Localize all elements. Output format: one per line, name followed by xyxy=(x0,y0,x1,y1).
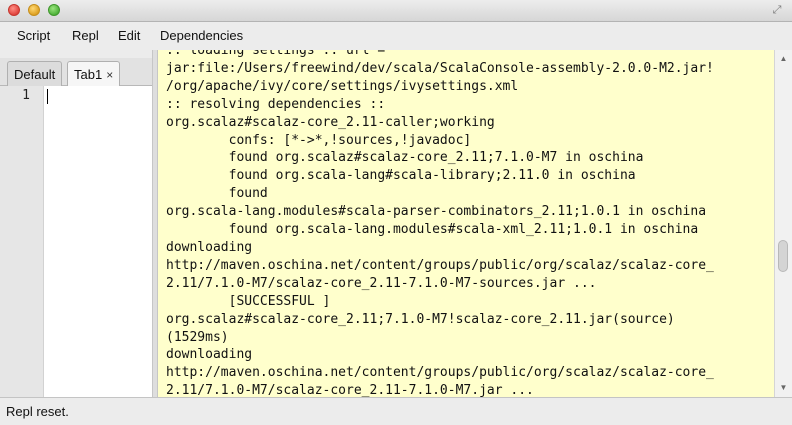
console-output-text: :: loading settings :: url =jar:file:/Us… xyxy=(166,50,714,397)
console-line: http://maven.oschina.net/content/groups/… xyxy=(166,365,714,381)
tab-default[interactable]: Default xyxy=(7,61,63,86)
console-line: found org.scala-lang#scala-library;2.11.… xyxy=(166,168,636,184)
title-bar: ⤢ xyxy=(0,0,792,22)
status-message: Repl reset. xyxy=(6,404,69,419)
menu-edit[interactable]: Edit xyxy=(118,28,140,43)
menu-repl[interactable]: Repl xyxy=(72,28,99,43)
fullscreen-icon[interactable]: ⤢ xyxy=(770,3,784,17)
console-line: /org/apache/ivy/core/settings/ivysetting… xyxy=(166,78,519,94)
scrollbar-thumb[interactable] xyxy=(778,240,788,272)
menu-bar: Script Repl Edit Dependencies xyxy=(0,22,792,50)
text-caret xyxy=(47,89,48,104)
console-line: found org.scala-lang.modules#scala-xml_2… xyxy=(166,222,699,238)
close-tab-icon[interactable]: × xyxy=(106,68,113,82)
scroll-up-icon[interactable]: ▲ xyxy=(775,52,792,66)
line-number: 1 xyxy=(22,88,30,103)
console-line: [SUCCESSFUL ] xyxy=(166,293,331,309)
menu-dependencies[interactable]: Dependencies xyxy=(160,28,243,43)
console-line: downloading xyxy=(166,347,253,363)
console-line: 2.11/7.1.0-M7/scalaz-core_2.11-7.1.0-M7.… xyxy=(166,383,534,397)
console-line: jar:file:/Users/freewind/dev/scala/Scala… xyxy=(166,60,714,76)
tab-label: Tab1 xyxy=(74,67,103,82)
console-line: (1529ms) xyxy=(166,329,229,345)
console-line: http://maven.oschina.net/content/groups/… xyxy=(166,257,714,273)
console-line: :: resolving dependencies :: xyxy=(166,96,386,112)
scroll-down-icon[interactable]: ▼ xyxy=(775,381,792,395)
console-line: org.scalaz#scalaz-core_2.11;7.1.0-M7!sca… xyxy=(166,311,675,327)
zoom-window-button[interactable] xyxy=(48,4,60,16)
console-line: 2.11/7.1.0-M7/scalaz-core_2.11-7.1.0-M7-… xyxy=(166,275,597,291)
status-bar: Repl reset. xyxy=(0,397,792,425)
line-number-gutter: 1 xyxy=(0,86,44,397)
repl-output-console[interactable]: :: loading settings :: url =jar:file:/Us… xyxy=(158,50,774,397)
console-line: org.scalaz#scalaz-core_2.11-caller;worki… xyxy=(166,114,495,130)
close-window-button[interactable] xyxy=(8,4,20,16)
console-line: :: loading settings :: url = xyxy=(166,50,386,58)
tab-tab1[interactable]: Tab1 × xyxy=(67,61,121,86)
minimize-window-button[interactable] xyxy=(28,4,40,16)
console-line: org.scala-lang.modules#scala-parser-comb… xyxy=(166,204,707,220)
tab-strip: Default Tab1 × xyxy=(0,58,155,86)
console-line: found xyxy=(166,186,268,202)
tab-label: Default xyxy=(14,67,56,82)
console-line: downloading xyxy=(166,239,253,255)
script-editor[interactable] xyxy=(44,86,152,397)
menu-script[interactable]: Script xyxy=(17,28,50,43)
console-line: confs: [*->*,!sources,!javadoc] xyxy=(166,132,472,148)
console-line: found org.scalaz#scalaz-core_2.11;7.1.0-… xyxy=(166,150,644,166)
console-vertical-scrollbar[interactable]: ▲ ▼ xyxy=(774,50,792,397)
